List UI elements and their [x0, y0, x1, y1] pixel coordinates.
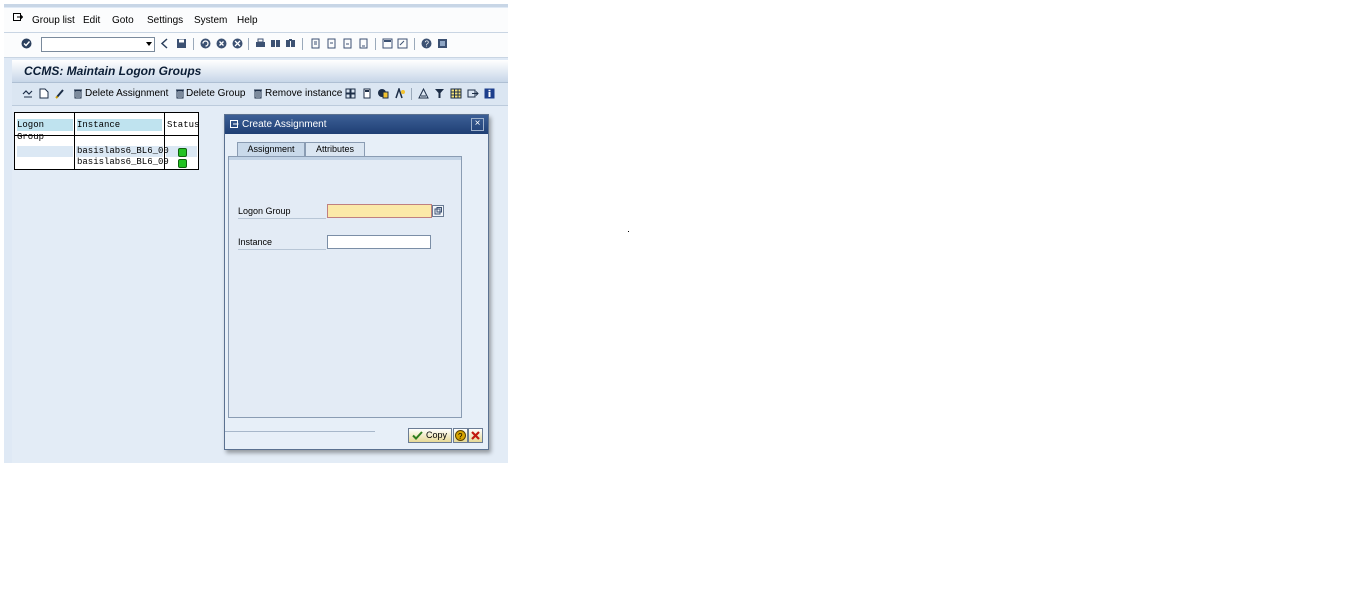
command-field[interactable] — [41, 37, 155, 52]
dialog-icon — [230, 120, 239, 128]
help-icon: ? — [455, 430, 466, 441]
cancel-icon — [471, 431, 480, 440]
checkmark-icon — [412, 431, 423, 440]
column-header-instance[interactable]: Instance — [77, 119, 162, 131]
find-icon[interactable] — [270, 38, 281, 49]
column-header-status[interactable]: Status — [167, 119, 200, 131]
window-top-border — [4, 4, 508, 7]
instance-label: Instance — [238, 237, 273, 247]
menu-help[interactable]: Help — [237, 15, 258, 26]
new-session-icon[interactable] — [382, 38, 393, 49]
shortcut-icon[interactable] — [397, 38, 408, 49]
table-cell-instance[interactable]: basislabs6_BL6_09 — [77, 157, 169, 168]
status-green-icon — [178, 159, 187, 168]
first-page-icon[interactable] — [310, 38, 321, 49]
title-bar: CCMS: Maintain Logon Groups — [12, 60, 508, 83]
label-underline — [238, 249, 326, 250]
svg-text:?: ? — [458, 432, 463, 441]
stray-pixel — [628, 231, 629, 232]
dialog-title: Create Assignment — [242, 119, 327, 130]
column-divider — [74, 113, 75, 169]
svg-text:?: ? — [425, 40, 430, 49]
logon-group-input[interactable] — [327, 204, 432, 218]
print-icon[interactable] — [255, 38, 266, 49]
dialog-close-button[interactable]: × — [471, 118, 484, 131]
column-header-label: Instance — [77, 120, 121, 130]
where-used-icon[interactable] — [394, 88, 406, 99]
page-title: CCMS: Maintain Logon Groups — [24, 64, 202, 78]
tab-panel-assignment: Logon Group Instance — [228, 156, 462, 418]
column-header-label: Status — [167, 120, 200, 130]
status-green-icon — [178, 148, 187, 157]
menu-bar: Group list Edit Goto Settings System Hel… — [4, 8, 508, 33]
display-change-icon[interactable] — [22, 88, 34, 99]
toolbar-separator — [414, 38, 415, 50]
value-help-icon[interactable] — [432, 205, 444, 217]
toolbar-separator — [411, 88, 412, 100]
tab-panel-top-bar — [229, 157, 461, 160]
last-page-icon[interactable] — [358, 38, 369, 49]
copy-button[interactable]: Copy — [408, 428, 452, 443]
menu-group-list[interactable]: Group list — [32, 15, 75, 26]
next-page-icon[interactable] — [342, 38, 353, 49]
toolbar-separator — [193, 38, 194, 50]
create-icon[interactable] — [39, 88, 49, 99]
save-icon[interactable] — [176, 38, 187, 49]
header-divider — [15, 135, 198, 136]
label-underline — [238, 218, 326, 219]
menu-settings[interactable]: Settings — [147, 15, 183, 26]
filter-icon[interactable] — [434, 88, 445, 99]
cancel-icon[interactable] — [216, 38, 227, 49]
standard-toolbar: ? — [4, 33, 508, 58]
create-assignment-dialog: Create Assignment × Assignment Attribute… — [224, 114, 489, 450]
information-icon[interactable] — [484, 88, 495, 99]
find-next-icon[interactable] — [285, 38, 296, 49]
logon-groups-table: Logon Group Instance Status basislabs6_B… — [14, 112, 199, 170]
dialog-footer-divider — [225, 431, 375, 432]
delete-group-button[interactable]: Delete Group — [186, 88, 245, 100]
tab-assignment[interactable]: Assignment — [237, 142, 305, 156]
back-icon[interactable] — [159, 38, 170, 49]
help-icon[interactable]: ? — [421, 38, 432, 49]
delete-assignment-icon[interactable] — [73, 88, 83, 99]
layout-grid-icon[interactable] — [450, 88, 462, 99]
cancel-session-icon[interactable] — [232, 38, 243, 49]
delete-group-icon[interactable] — [175, 88, 185, 99]
menu-icon[interactable] — [13, 12, 23, 22]
command-dropdown-icon[interactable] — [146, 42, 152, 46]
check-icon[interactable] — [377, 88, 389, 99]
export-icon[interactable] — [467, 88, 479, 99]
change-icon[interactable] — [55, 88, 65, 99]
document-icon[interactable] — [362, 88, 372, 99]
instance-input[interactable] — [327, 235, 431, 249]
logon-group-label: Logon Group — [238, 206, 291, 216]
copy-button-label: Copy — [426, 430, 448, 440]
toolbar-separator — [375, 38, 376, 50]
application-toolbar: Delete Assignment Delete Group Remove in… — [12, 83, 508, 106]
cancel-button[interactable] — [468, 428, 483, 443]
dialog-title-bar[interactable]: Create Assignment × — [225, 115, 488, 134]
table-row-background — [17, 146, 73, 157]
column-header-logon-group[interactable]: Logon Group — [17, 119, 73, 142]
enter-icon[interactable] — [21, 38, 32, 49]
help-button[interactable]: ? — [453, 428, 468, 443]
tab-attributes[interactable]: Attributes — [305, 142, 365, 156]
remove-instance-button[interactable]: Remove instance — [265, 88, 342, 100]
customize-layout-icon[interactable] — [437, 38, 448, 49]
prev-page-icon[interactable] — [326, 38, 337, 49]
sort-ascending-icon[interactable] — [418, 88, 429, 99]
toolbar-separator — [302, 38, 303, 50]
expand-icon[interactable] — [345, 88, 356, 99]
remove-instance-icon[interactable] — [253, 88, 263, 99]
menu-system[interactable]: System — [194, 15, 227, 26]
toolbar-separator — [248, 38, 249, 50]
menu-goto[interactable]: Goto — [112, 15, 134, 26]
delete-assignment-button[interactable]: Delete Assignment — [85, 88, 168, 100]
value-help-glyph-icon — [434, 207, 442, 215]
table-cell-instance[interactable]: basislabs6_BL6_00 — [77, 146, 169, 157]
menu-edit[interactable]: Edit — [83, 15, 100, 26]
exit-icon[interactable] — [200, 38, 211, 49]
column-header-label: Logon Group — [17, 120, 45, 142]
